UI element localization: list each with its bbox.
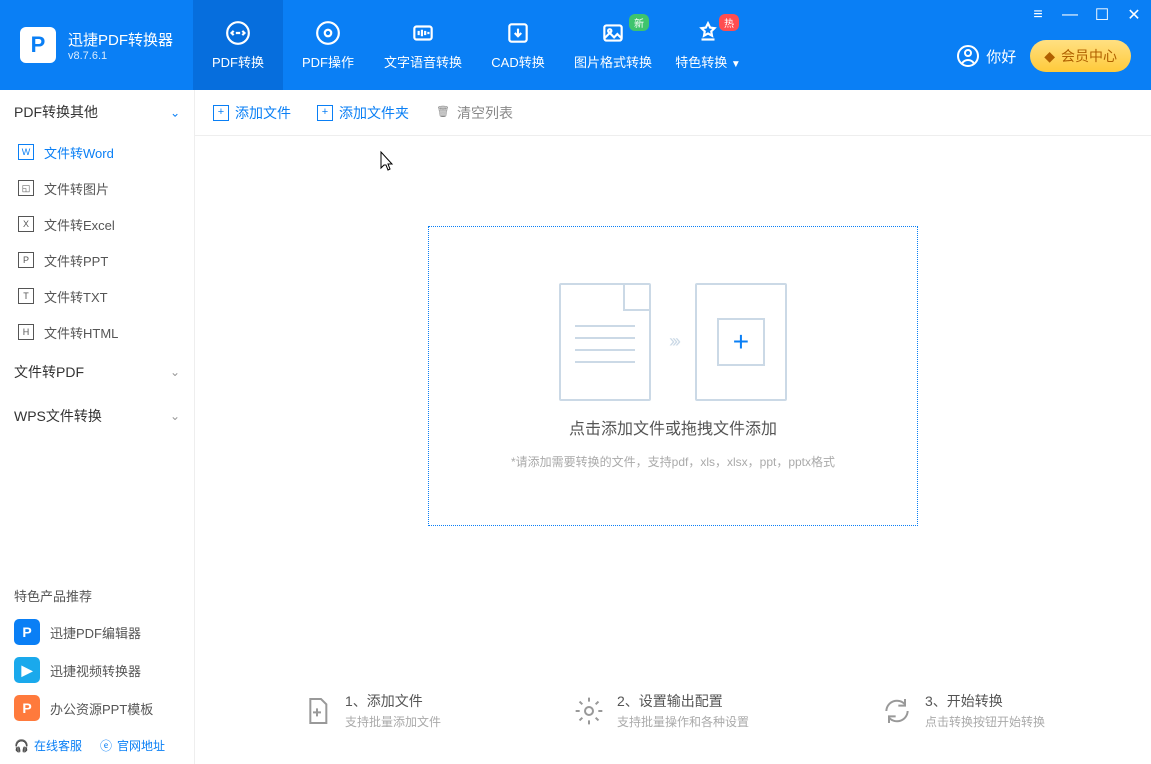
swap-icon (225, 20, 251, 46)
featured-pdf-editor[interactable]: P迅捷PDF编辑器 (0, 613, 194, 651)
featured-ppt-templates[interactable]: P办公资源PPT模板 (0, 689, 194, 727)
app-name: 迅捷PDF转换器 (68, 29, 173, 50)
featured-video-converter[interactable]: ▶迅捷视频转换器 (0, 651, 194, 689)
badge-hot: 热 (719, 14, 739, 31)
app-version: v8.7.6.1 (68, 50, 173, 62)
sidebar-cat-wps[interactable]: WPS文件转换 ⌄ (0, 394, 194, 438)
minimize-button[interactable]: — (1061, 6, 1079, 24)
clear-list-button[interactable]: 🗑清空列表 (435, 103, 513, 123)
image-icon (600, 20, 626, 46)
step-1: 1、添加文件支持批量添加文件 (301, 691, 441, 730)
badge-new: 新 (629, 14, 649, 31)
chevron-down-icon: ▼ (731, 59, 741, 70)
drop-zone[interactable]: › › › + 点击添加文件或拖拽文件添加 *请添加需要转换的文件，支持pdf，… (428, 226, 918, 526)
sidebar-item-to-image[interactable]: ◱文件转图片 (0, 170, 194, 206)
nav-tab-pdf-convert[interactable]: PDF转换 (193, 0, 283, 90)
user-greeting[interactable]: 你好 (956, 44, 1016, 68)
ppt-template-icon: P (14, 695, 40, 721)
txt-icon: T (18, 288, 34, 304)
add-target-icon: + (695, 283, 787, 401)
add-folder-button[interactable]: +添加文件夹 (317, 103, 409, 123)
document-icon (559, 283, 651, 401)
arrows-icon: › › › (669, 331, 677, 352)
add-file-button[interactable]: +添加文件 (213, 103, 291, 123)
sidebar-cat-pdf-to-other[interactable]: PDF转换其他 ⌃ (0, 90, 194, 134)
star-swap-icon (695, 20, 721, 46)
folder-plus-icon: + (317, 105, 333, 121)
plus-icon: + (213, 105, 229, 121)
image-small-icon: ◱ (18, 180, 34, 196)
featured-title: 特色产品推荐 (0, 578, 194, 613)
sidebar-item-to-excel[interactable]: X文件转Excel (0, 206, 194, 242)
chevron-up-icon: ⌃ (170, 105, 180, 119)
ppt-icon: P (18, 252, 34, 268)
app-logo-area: P 迅捷PDF转换器 v8.7.6.1 (0, 0, 193, 90)
nav-tab-special[interactable]: 热 特色转换 ▼ (663, 0, 753, 90)
sidebar-item-to-txt[interactable]: T文件转TXT (0, 278, 194, 314)
sidebar-cat-to-pdf[interactable]: 文件转PDF ⌄ (0, 350, 194, 394)
settings-icon (573, 695, 605, 727)
step-3: 3、开始转换点击转换按钮开始转换 (881, 691, 1045, 730)
file-plus-icon (301, 695, 333, 727)
globe-icon: ⓔ (100, 737, 112, 754)
user-icon (956, 44, 980, 68)
dropzone-subtitle: *请添加需要转换的文件，支持pdf，xls，xlsx，ppt，pptx格式 (511, 453, 835, 470)
sidebar-item-to-word[interactable]: W文件转Word (0, 134, 194, 170)
chevron-down-icon: ⌄ (170, 365, 180, 379)
audio-icon (410, 20, 436, 46)
nav-tab-image-format[interactable]: 新 图片格式转换 (563, 0, 663, 90)
online-support-link[interactable]: 🎧在线客服 (14, 737, 82, 754)
excel-icon: X (18, 216, 34, 232)
chevron-down-icon: ⌄ (170, 409, 180, 423)
diamond-icon: ◆ (1044, 48, 1055, 65)
headset-icon: 🎧 (14, 739, 29, 753)
website-link[interactable]: ⓔ官网地址 (100, 737, 165, 754)
member-center-button[interactable]: ◆ 会员中心 (1030, 40, 1131, 72)
close-button[interactable]: ✕ (1125, 6, 1143, 24)
step-2: 2、设置输出配置支持批量操作和各种设置 (573, 691, 749, 730)
nav-tab-cad[interactable]: CAD转换 (473, 0, 563, 90)
word-icon: W (18, 144, 34, 160)
menu-icon[interactable]: ≡ (1029, 6, 1047, 24)
gear-icon (315, 20, 341, 46)
refresh-icon (881, 695, 913, 727)
nav-tab-text-voice[interactable]: 文字语音转换 (373, 0, 473, 90)
nav-tab-pdf-ops[interactable]: PDF操作 (283, 0, 373, 90)
trash-icon: 🗑 (435, 105, 451, 121)
video-icon: ▶ (14, 657, 40, 683)
pdf-editor-icon: P (14, 619, 40, 645)
maximize-button[interactable]: ☐ (1093, 6, 1111, 24)
html-icon: H (18, 324, 34, 340)
download-icon (505, 20, 531, 46)
sidebar-item-to-ppt[interactable]: P文件转PPT (0, 242, 194, 278)
app-logo-icon: P (20, 27, 56, 63)
dropzone-title: 点击添加文件或拖拽文件添加 (569, 415, 777, 439)
sidebar-item-to-html[interactable]: H文件转HTML (0, 314, 194, 350)
